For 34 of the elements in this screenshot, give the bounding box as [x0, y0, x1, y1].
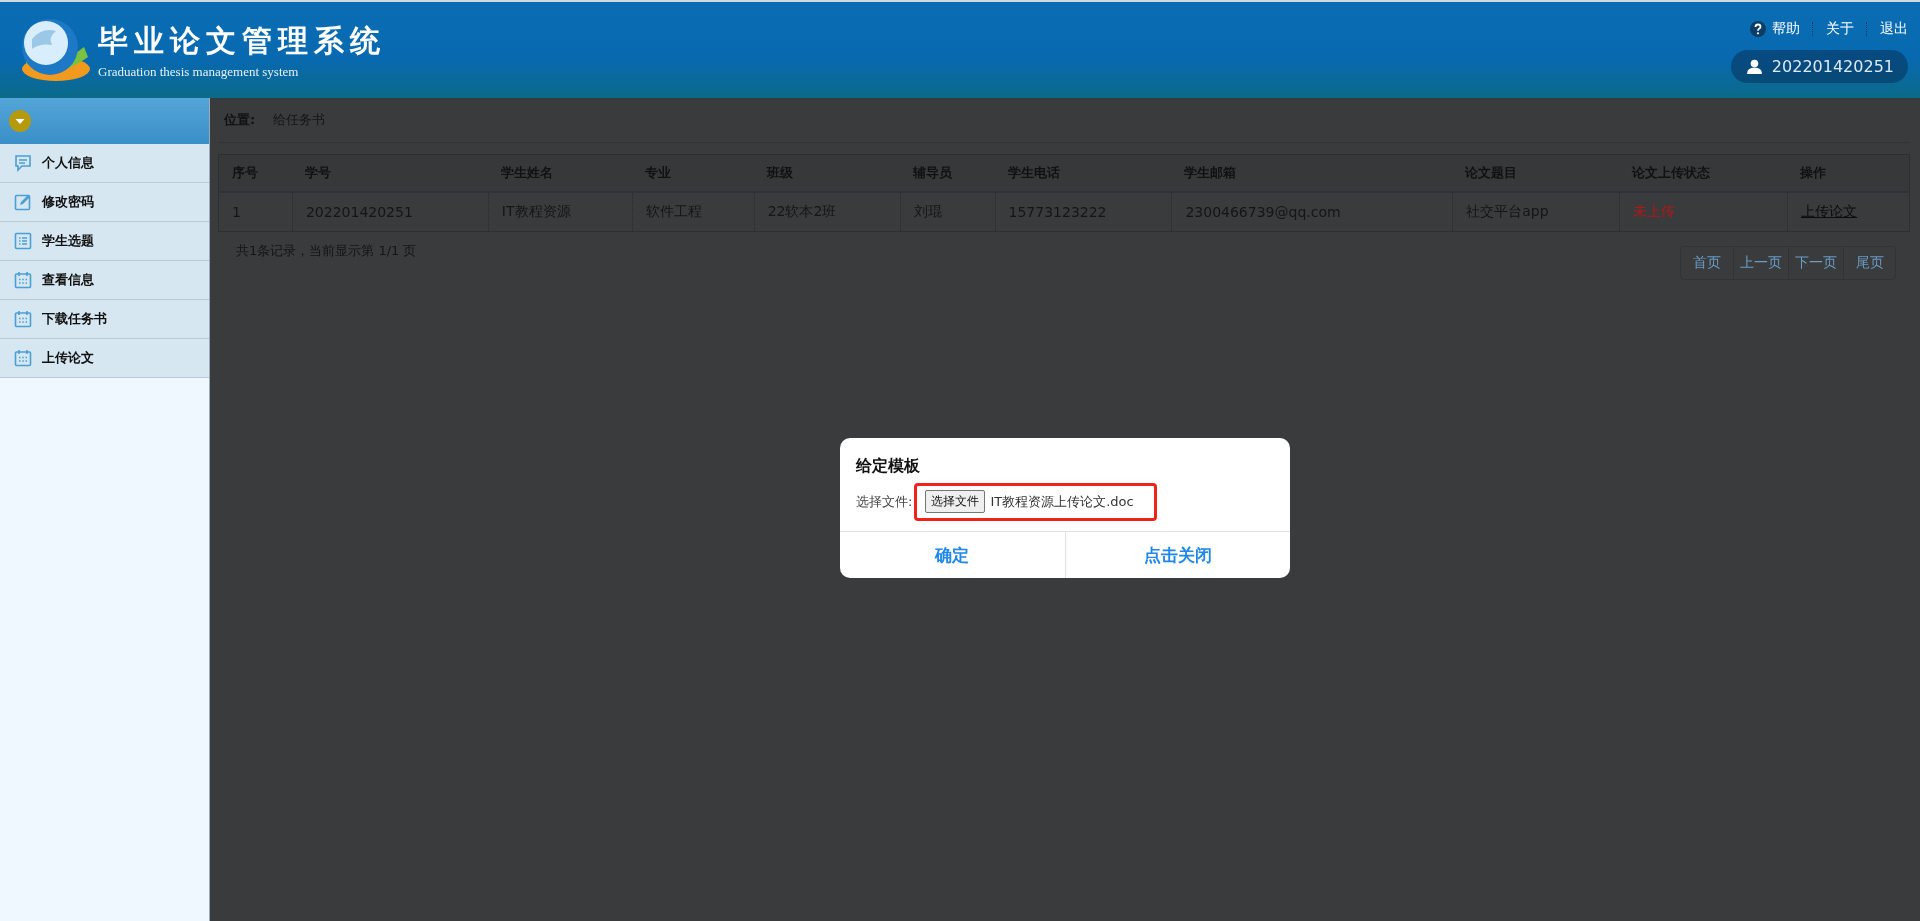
calendar-icon	[14, 310, 32, 328]
edit-icon	[14, 193, 32, 211]
calendar-icon	[14, 271, 32, 289]
chat-icon	[14, 154, 32, 172]
field-label: 选择文件:	[856, 493, 913, 511]
header-link[interactable]: 退出	[1880, 20, 1908, 38]
sidebar-item[interactable]: 个人信息	[0, 144, 209, 183]
help-icon	[1750, 21, 1766, 37]
sidebar-item[interactable]: 查看信息	[0, 261, 209, 300]
collapse-icon[interactable]	[9, 110, 31, 132]
user-badge[interactable]: 202201420251	[1730, 50, 1908, 83]
file-input[interactable]: 选择文件 IT教程资源上传论文.doc	[914, 483, 1157, 521]
page-button[interactable]: 上一页	[1733, 247, 1788, 279]
dialog-button[interactable]: 点击关闭	[1064, 532, 1290, 578]
dialog-title: 给定模板	[854, 455, 921, 477]
sidebar-item[interactable]: 上传论文	[0, 339, 209, 378]
status-cell: 未上传	[1619, 193, 1788, 231]
user-id: 202201420251	[1771, 57, 1894, 76]
page-button[interactable]: 下一页	[1788, 247, 1843, 279]
list-icon	[14, 232, 32, 250]
choose-file-button[interactable]: 选择文件	[925, 490, 986, 513]
calendar-icon	[14, 349, 32, 367]
user-icon	[1746, 59, 1762, 74]
header-link[interactable]: 帮助	[1772, 20, 1800, 38]
page-button[interactable]: 尾页	[1843, 247, 1895, 279]
sidebar-item[interactable]: 学生选题	[0, 222, 209, 261]
file-name: IT教程资源上传论文.doc	[990, 492, 1134, 511]
page-button[interactable]: 首页	[1681, 247, 1733, 279]
header-link[interactable]: 关于	[1826, 20, 1854, 38]
system-title: 毕业论文管理系统	[98, 21, 386, 60]
dialog-button[interactable]: 确定	[840, 532, 1065, 578]
sidebar-item[interactable]: 下载任务书	[0, 300, 209, 339]
sidebar-item[interactable]: 修改密码	[0, 183, 209, 222]
system-subtitle: Graduation thesis management system	[98, 63, 300, 80]
